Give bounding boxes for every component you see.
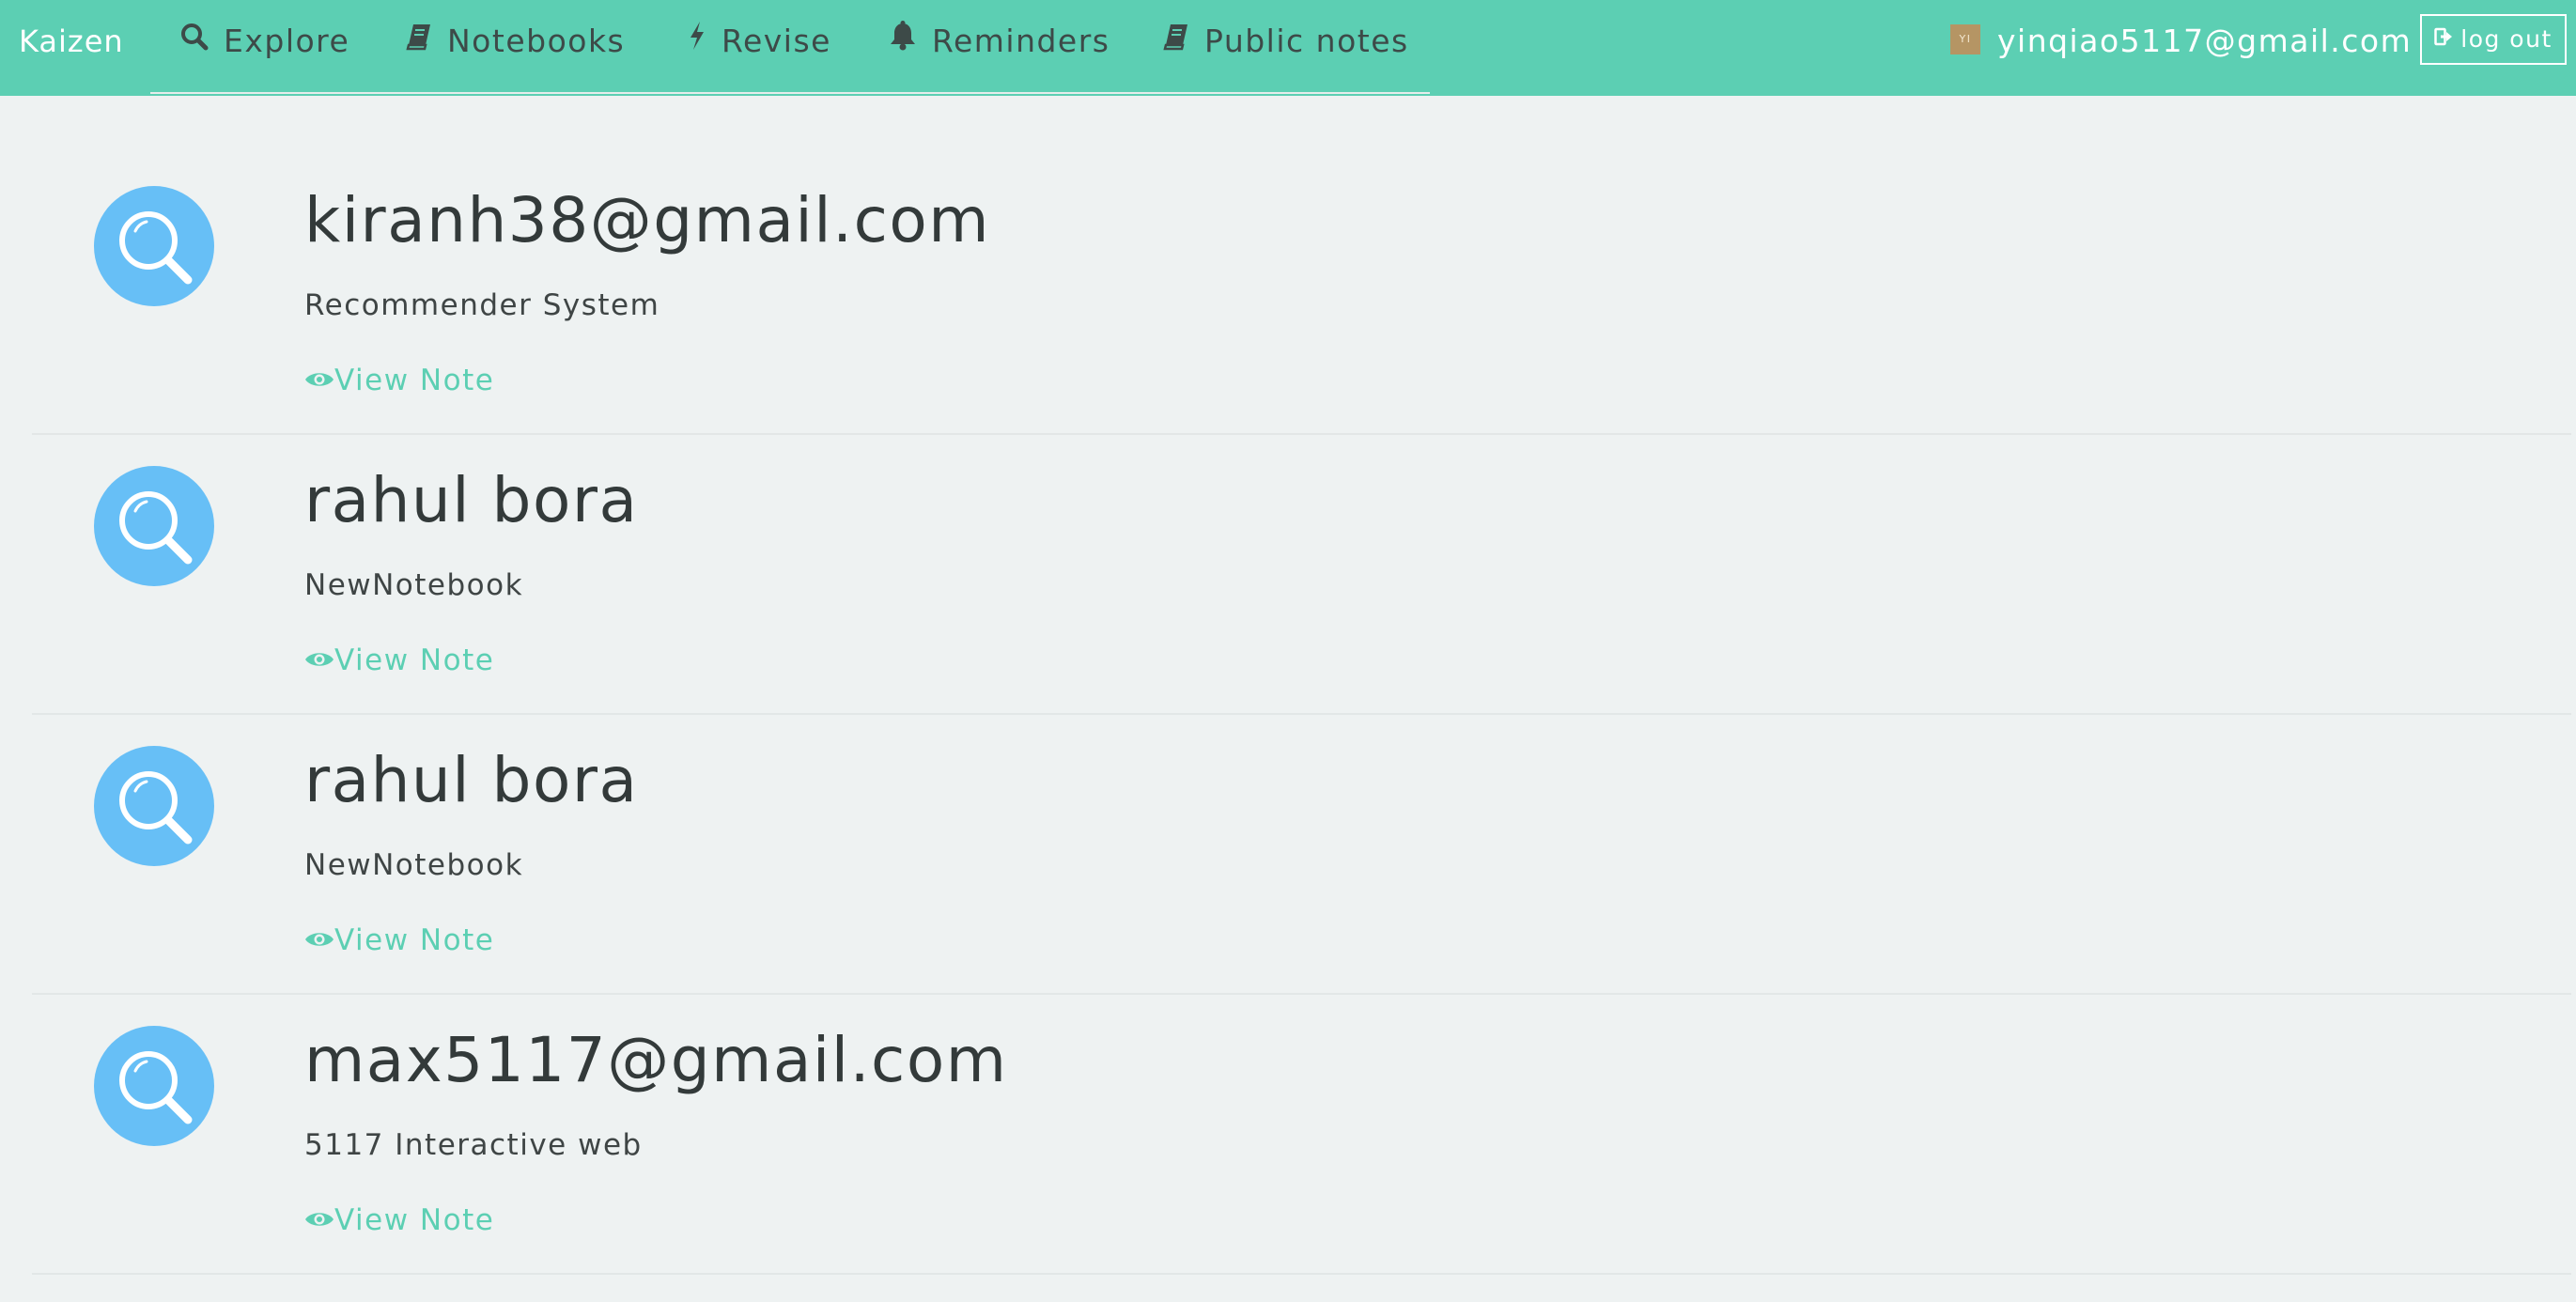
top-navbar: Kaizen Explore Notebooks Revise Reminder… [0, 0, 2576, 96]
public-notes-list: kiranh38@gmail.com Recommender System Vi… [32, 155, 2571, 1275]
note-notebook: Recommender System [304, 288, 660, 322]
list-item: rahul bora NewNotebook View Note [32, 715, 2571, 995]
list-item: kiranh38@gmail.com Recommender System Vi… [32, 155, 2571, 435]
nav-public-notes[interactable]: Public notes [1163, 0, 1409, 83]
note-thumbnail [94, 1026, 214, 1146]
magnifier-icon [119, 211, 193, 285]
main-nav: Explore Notebooks Revise Reminders Publi… [150, 0, 1430, 94]
view-note-label: View Note [334, 923, 495, 957]
sign-out-icon [2434, 15, 2453, 62]
nav-explore-label: Explore [224, 23, 350, 59]
eye-icon [304, 1201, 334, 1239]
view-note-link[interactable]: View Note [304, 1201, 494, 1241]
eye-icon [304, 642, 334, 679]
nav-notebooks-label: Notebooks [447, 23, 626, 59]
note-thumbnail [94, 466, 214, 586]
note-author: max5117@gmail.com [304, 1024, 1008, 1096]
eye-icon [304, 362, 334, 399]
nav-notebooks[interactable]: Notebooks [406, 0, 625, 83]
logout-label: log out [2460, 25, 2553, 53]
brand-logo[interactable]: Kaizen [19, 0, 124, 83]
logout-button[interactable]: log out [2420, 14, 2567, 65]
note-notebook: NewNotebook [304, 568, 524, 602]
bolt-icon [688, 0, 706, 82]
view-note-label: View Note [334, 643, 495, 677]
view-note-link[interactable]: View Note [304, 922, 494, 961]
search-icon [180, 0, 209, 82]
user-menu[interactable]: YI yinqiao5117@gmail.com [1950, 0, 2412, 83]
note-thumbnail [94, 186, 214, 306]
nav-explore[interactable]: Explore [180, 0, 349, 83]
nav-public-notes-label: Public notes [1204, 23, 1409, 59]
magnifier-icon [119, 771, 193, 845]
note-thumbnail [94, 746, 214, 866]
view-note-link[interactable]: View Note [304, 362, 494, 401]
note-notebook: 5117 Interactive web [304, 1128, 643, 1162]
nav-reminders-label: Reminders [932, 23, 1110, 59]
note-notebook: NewNotebook [304, 848, 524, 882]
view-note-label: View Note [334, 1203, 495, 1237]
view-note-label: View Note [334, 364, 495, 397]
nav-revise-label: Revise [722, 23, 831, 59]
book-icon [1163, 0, 1189, 82]
note-author: rahul bora [304, 744, 639, 816]
nav-revise[interactable]: Revise [688, 0, 831, 83]
note-author: rahul bora [304, 464, 639, 536]
bell-icon [889, 0, 917, 82]
nav-reminders[interactable]: Reminders [889, 0, 1110, 83]
note-author: kiranh38@gmail.com [304, 184, 991, 256]
list-item: max5117@gmail.com 5117 Interactive web V… [32, 995, 2571, 1275]
magnifier-icon [119, 1051, 193, 1124]
magnifier-icon [119, 491, 193, 565]
list-item: rahul bora NewNotebook View Note [32, 435, 2571, 715]
view-note-link[interactable]: View Note [304, 642, 494, 681]
avatar: YI [1950, 23, 1980, 54]
book-icon [406, 0, 432, 82]
eye-icon [304, 922, 334, 959]
user-email: yinqiao5117@gmail.com [1997, 23, 2413, 59]
